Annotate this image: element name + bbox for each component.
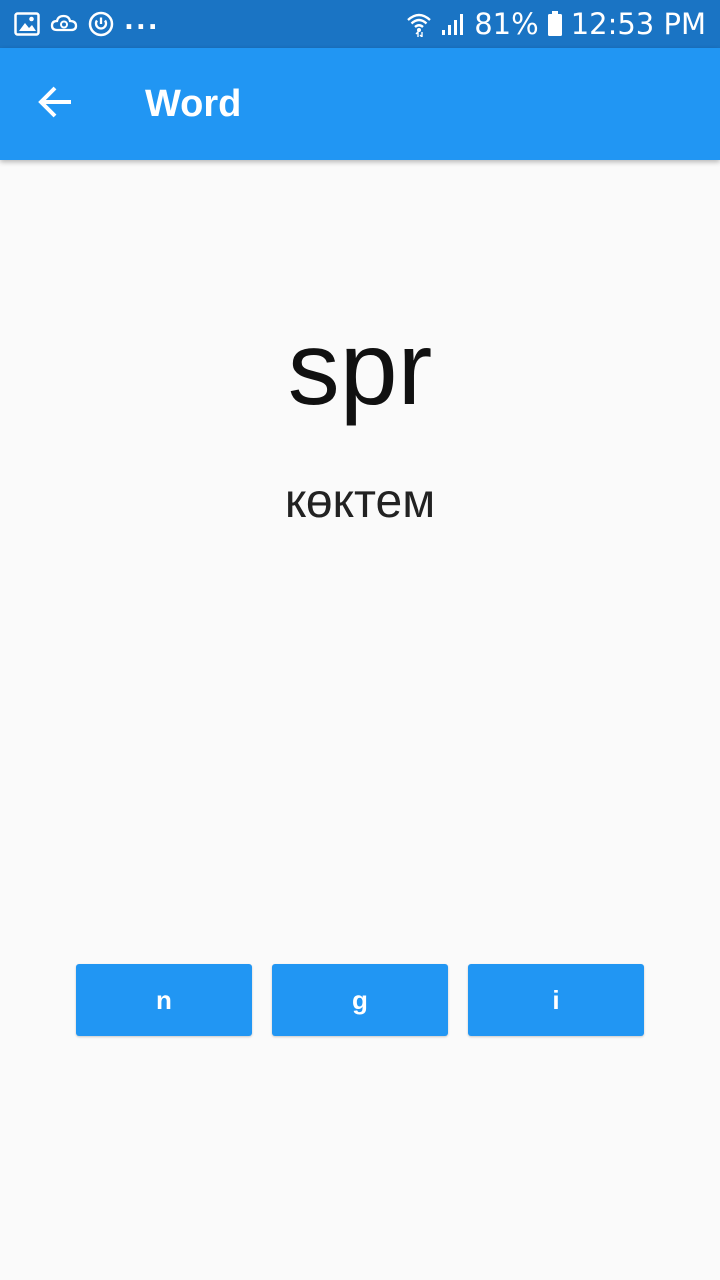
app-bar: Word: [0, 48, 720, 160]
image-icon: [14, 12, 40, 36]
status-right: 81% 12:53 PM: [398, 7, 706, 41]
word-text: spr: [287, 311, 433, 427]
option-button-1[interactable]: n: [76, 964, 252, 1036]
clock: 12:53 PM: [570, 7, 706, 41]
signal-icon: [440, 12, 466, 36]
cloud-sync-icon: [50, 12, 78, 36]
overflow-notifications: ...: [124, 6, 160, 36]
status-bar: ... 81% 12:53 PM: [0, 0, 720, 48]
option-button-2[interactable]: g: [272, 964, 448, 1036]
arrow-left-icon: [38, 86, 74, 123]
wifi-icon: [406, 11, 432, 37]
word-translation: көктем: [284, 475, 436, 528]
battery-percent: 81%: [474, 7, 539, 41]
answer-options: n g i: [76, 964, 644, 1036]
option-button-3[interactable]: i: [468, 964, 644, 1036]
status-left: ...: [14, 6, 160, 37]
power-ring-icon: [88, 11, 114, 37]
battery-icon: [547, 11, 563, 37]
back-button[interactable]: [0, 48, 112, 160]
page-title: Word: [145, 82, 242, 125]
